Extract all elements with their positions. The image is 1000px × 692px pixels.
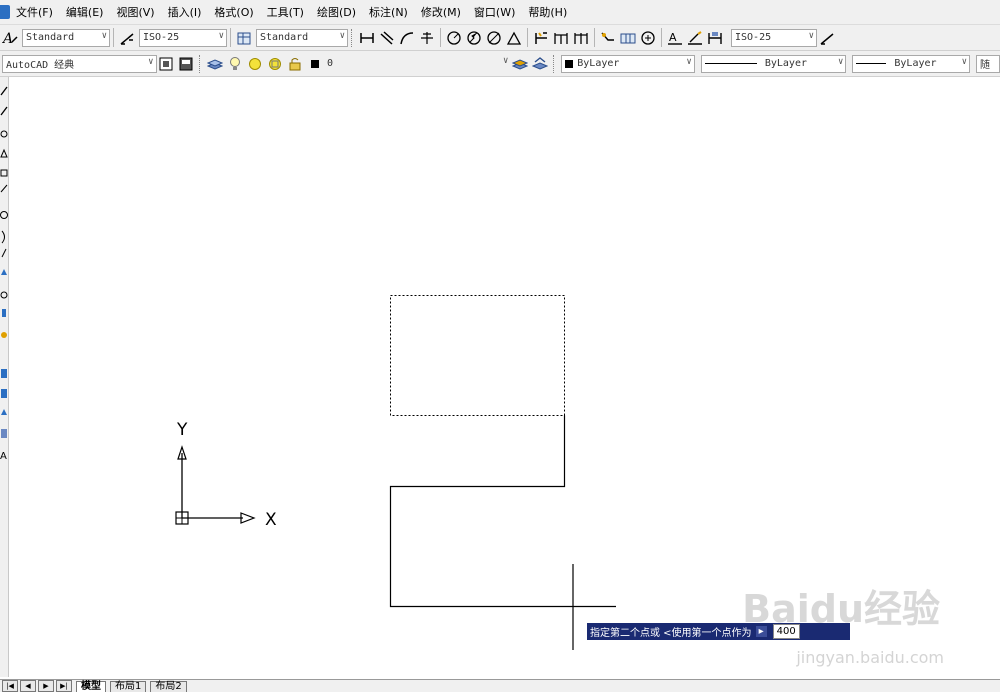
layer-manager-icon[interactable] <box>206 55 224 73</box>
plotstyle-select[interactable]: 随 <box>976 54 1000 73</box>
menu-file[interactable]: 文件(F) <box>16 4 53 20</box>
baseline-dim-icon[interactable] <box>552 29 570 47</box>
menu-help[interactable]: 帮助(H) <box>528 4 567 20</box>
menu-dimension[interactable]: 标注(N) <box>369 4 408 20</box>
styles-toolbar: A Standard ∨ ISO-25 ∨ Standard ∨ A ISO-25 ∨ <box>0 25 1000 51</box>
linear-dim-icon[interactable] <box>358 29 376 47</box>
make-layer-current-icon[interactable] <box>511 55 529 73</box>
aligned-dim-icon[interactable] <box>378 29 396 47</box>
leader-icon[interactable] <box>599 29 617 47</box>
dim-style-select[interactable]: ISO-25 ∨ <box>139 28 227 47</box>
jogged-dim-icon[interactable] <box>465 29 483 47</box>
draw-toolbar-icons[interactable]: A <box>0 77 8 677</box>
ucs-x-label: X <box>265 510 277 530</box>
layer-color-swatch-icon <box>306 55 324 73</box>
table-style-icon[interactable] <box>235 29 253 47</box>
diameter-dim-icon[interactable] <box>485 29 503 47</box>
angular-dim-icon[interactable] <box>505 29 523 47</box>
svg-text:A: A <box>2 31 13 46</box>
tab-model[interactable]: 模型 <box>76 680 106 692</box>
workspace-settings-icon[interactable] <box>158 55 176 73</box>
menu-draw[interactable]: 绘图(D) <box>317 4 356 20</box>
radius-dim-icon[interactable] <box>445 29 463 47</box>
dim-text-edit-icon[interactable] <box>686 29 704 47</box>
menu-tools[interactable]: 工具(T) <box>267 4 304 20</box>
workspace-select[interactable]: AutoCAD 经典 ∨ <box>2 54 157 73</box>
text-style-select[interactable]: Standard ∨ <box>22 28 110 47</box>
text-style-icon[interactable]: A <box>1 29 19 47</box>
layer-previous-icon[interactable] <box>531 55 549 73</box>
table-style-select[interactable]: Standard ∨ <box>256 28 348 47</box>
workspace-save-icon[interactable] <box>177 55 195 73</box>
dim-style-manager-icon[interactable] <box>818 29 836 47</box>
layer-viewport-icon[interactable] <box>266 55 284 73</box>
menu-modify[interactable]: 修改(M) <box>421 4 461 20</box>
quick-dim-icon[interactable] <box>532 29 550 47</box>
baidu-watermark: Baidu经验 <box>742 587 940 631</box>
color-select[interactable]: ByLayer ∨ <box>561 54 695 73</box>
dim-edit-icon[interactable]: A <box>666 29 684 47</box>
center-mark-icon[interactable] <box>639 29 657 47</box>
layer-thaw-sun-icon[interactable] <box>246 55 264 73</box>
menu-bar: 文件(F) 编辑(E) 视图(V) 插入(I) 格式(O) 工具(T) 绘图(D… <box>0 0 1000 25</box>
tab-nav-prev-icon[interactable]: ◀ <box>20 680 36 692</box>
draw-toolbar: A <box>0 77 9 677</box>
linetype-select[interactable]: ByLayer ∨ <box>700 54 847 73</box>
tab-layout2[interactable]: 布局2 <box>150 680 187 692</box>
ucs-icon <box>175 445 256 525</box>
menu-window[interactable]: 窗口(W) <box>474 4 515 20</box>
layer-lock-icon[interactable] <box>286 55 304 73</box>
tab-layout1[interactable]: 布局1 <box>110 680 147 692</box>
svg-text:A: A <box>0 451 7 462</box>
polyline[interactable] <box>389 415 566 608</box>
dim-style-select-2[interactable]: ISO-25 ∨ <box>731 28 817 47</box>
tab-nav-first-icon[interactable]: |◀ <box>2 680 18 692</box>
autocad-logo-icon <box>0 5 10 19</box>
ordinate-dim-icon[interactable] <box>418 29 436 47</box>
tolerance-icon[interactable] <box>619 29 637 47</box>
dim-update-icon[interactable] <box>706 29 724 47</box>
tab-nav-next-icon[interactable]: ▶ <box>38 680 54 692</box>
dashed-rectangle[interactable] <box>390 295 565 416</box>
svg-text:A: A <box>669 31 677 44</box>
tab-nav-last-icon[interactable]: ▶| <box>56 680 72 692</box>
menu-format[interactable]: 格式(O) <box>214 4 253 20</box>
layout-tabs: |◀ ◀ ▶ ▶| 模型 布局1 布局2 <box>0 679 1000 692</box>
arc-length-icon[interactable] <box>398 29 416 47</box>
continue-dim-icon[interactable] <box>572 29 590 47</box>
menu-edit[interactable]: 编辑(E) <box>66 4 104 20</box>
layers-properties-toolbar: AutoCAD 经典 ∨ 0 ∨ ByLayer ∨ ByLayer ∨ ByLayer… <box>0 51 1000 77</box>
menu-insert[interactable]: 插入(I) <box>168 4 202 20</box>
menu-view[interactable]: 视图(V) <box>116 4 154 20</box>
dim-style-icon[interactable] <box>118 29 136 47</box>
lineweight-select[interactable]: ByLayer ∨ <box>852 54 971 73</box>
dynamic-input-prompt: 指定第二个点或 <使用第一个点作为 <box>590 628 752 639</box>
layer-on-bulb-icon[interactable] <box>226 55 244 73</box>
ucs-y-label: Y <box>176 420 188 440</box>
baidu-watermark-url: jingyan.baidu.com <box>796 648 944 667</box>
layer-select[interactable]: 0 ∨ <box>327 55 510 73</box>
